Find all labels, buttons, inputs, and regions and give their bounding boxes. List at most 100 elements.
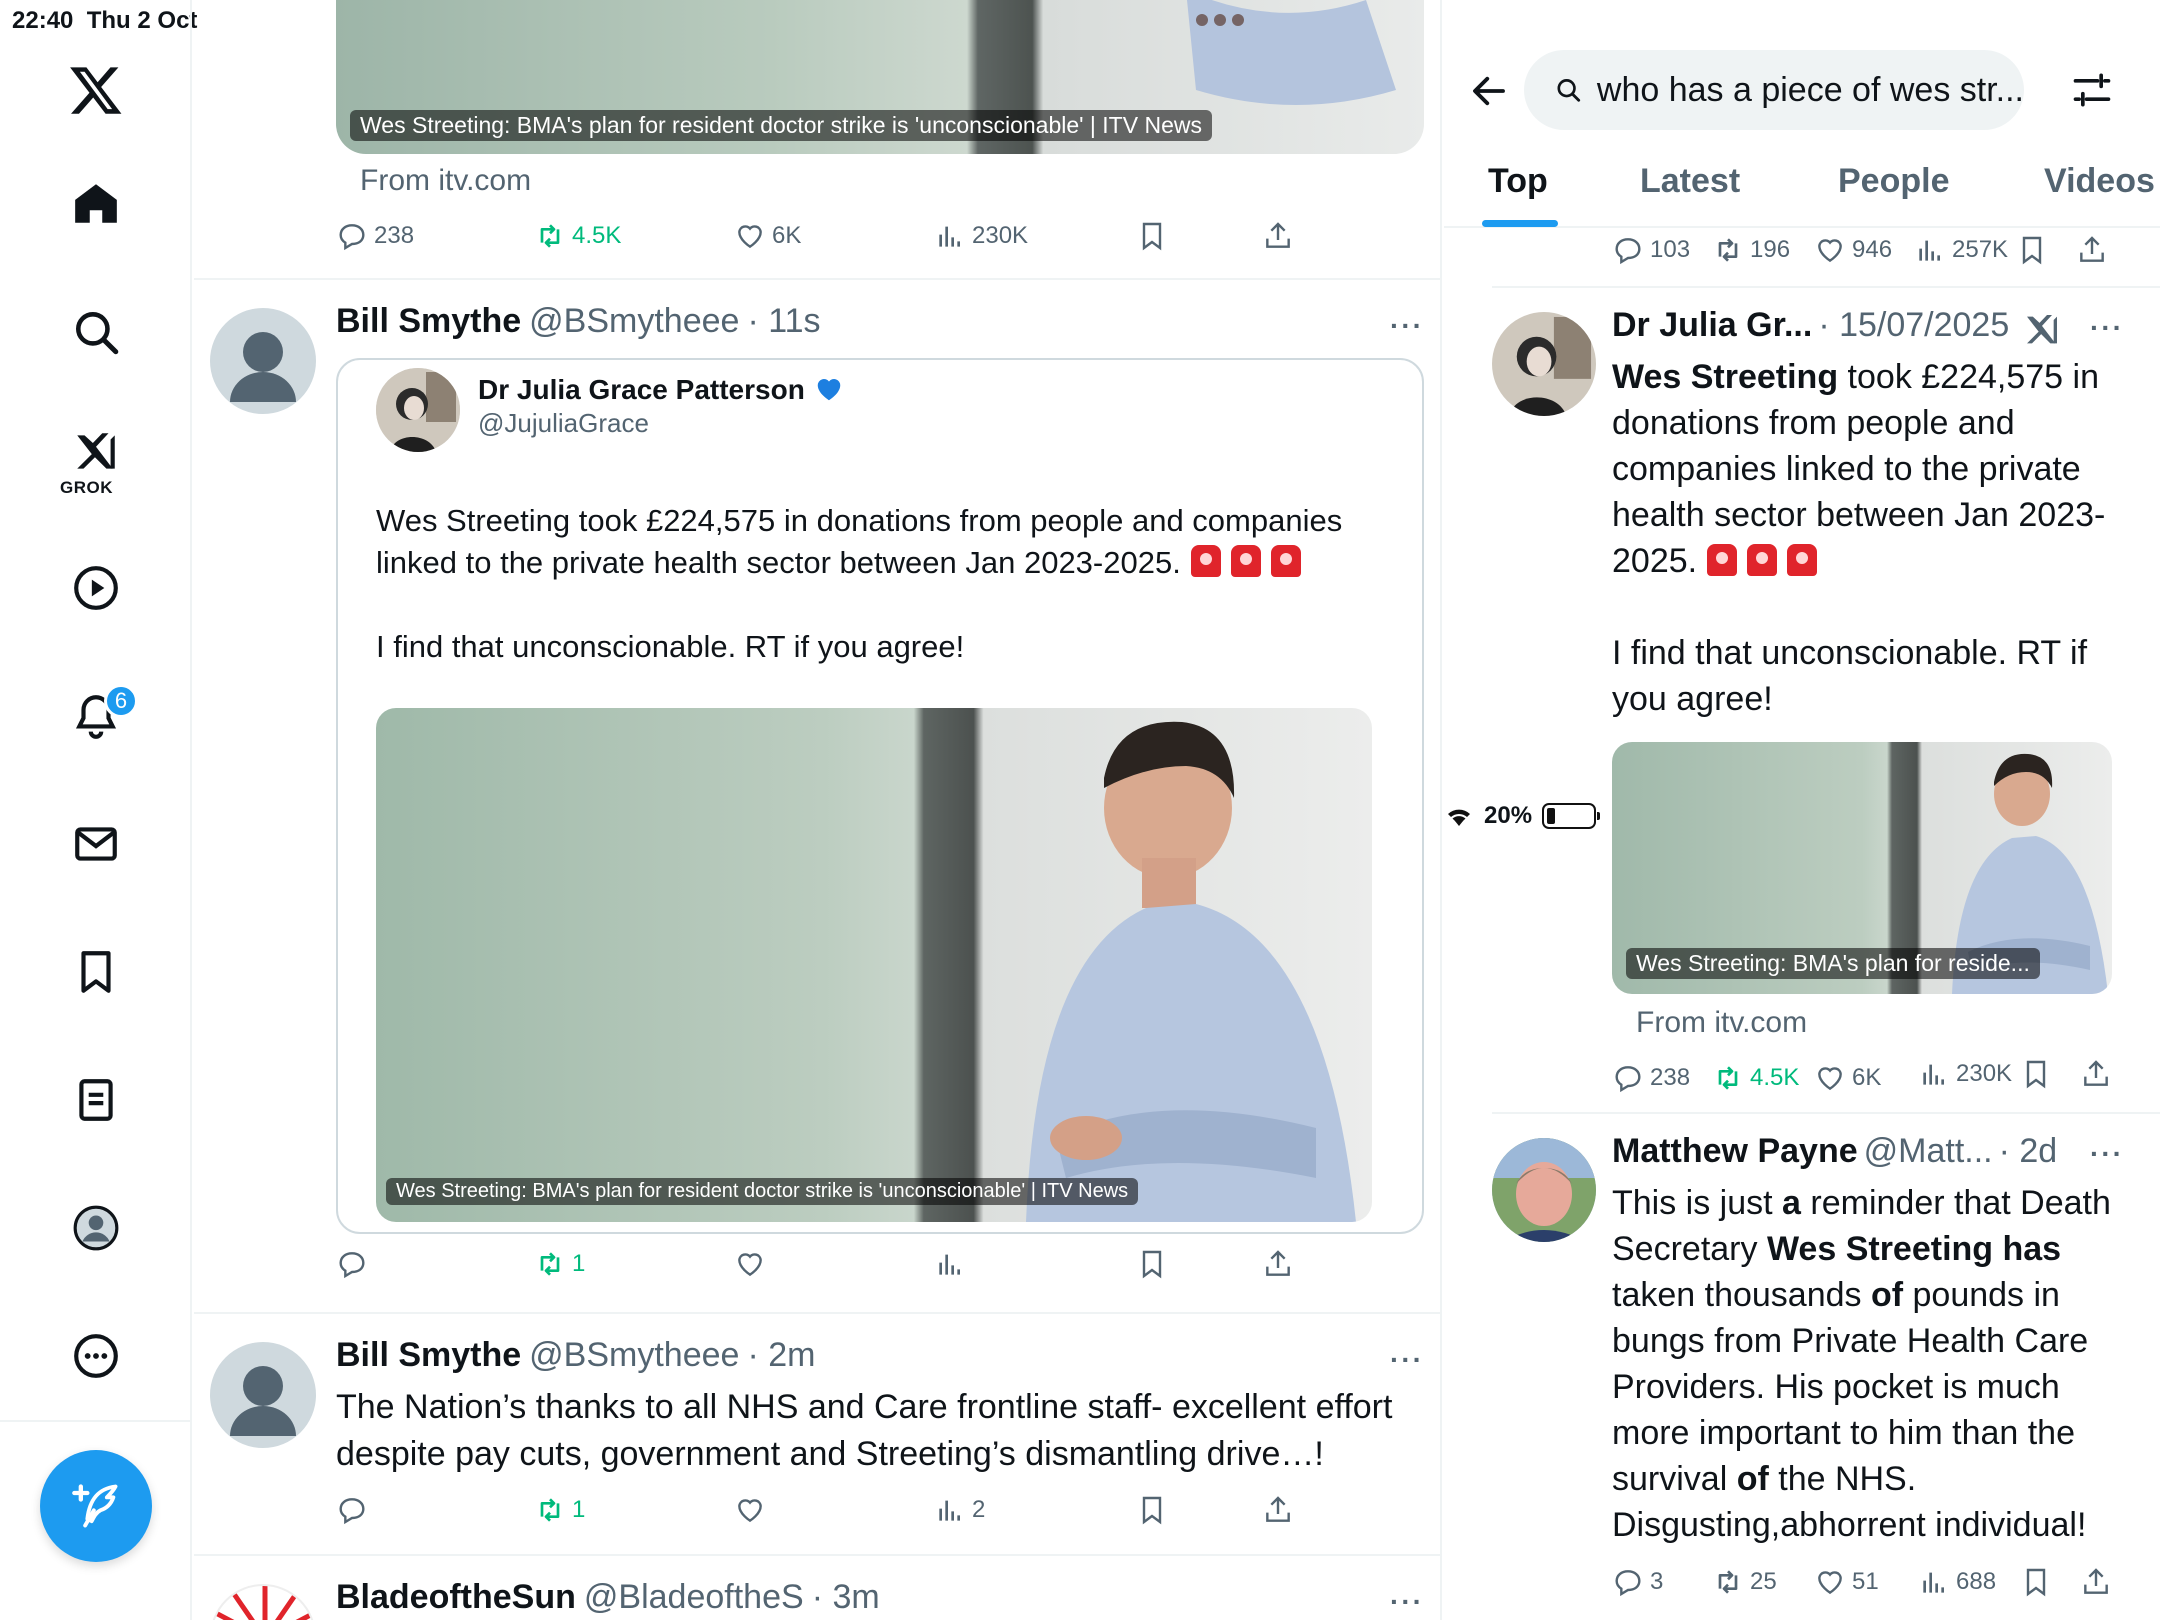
more-options-button[interactable]: ··· [1390, 1344, 1424, 1376]
link-card-image[interactable]: Wes Streeting: BMA's plan for reside... [1612, 742, 2112, 994]
bookmark-button[interactable] [1136, 1494, 1168, 1526]
back-arrow-icon[interactable] [1468, 70, 1510, 112]
link-card-source[interactable]: From itv.com [360, 164, 531, 198]
home-icon[interactable] [66, 174, 126, 234]
reply-button[interactable]: 238 [1612, 1062, 1690, 1094]
compose-button[interactable] [40, 1450, 152, 1562]
reply-button[interactable]: 3 [1612, 1566, 1663, 1598]
tweet-header: Bill Smythe @BSmytheee · 2m [336, 1336, 815, 1375]
author-handle[interactable]: @BladeoftheS [584, 1578, 804, 1617]
avatar[interactable] [1492, 312, 1596, 416]
more-options-button[interactable]: ··· [1390, 1586, 1424, 1618]
x-logo-icon[interactable] [68, 62, 124, 118]
more-options-button[interactable]: ··· [2090, 1138, 2124, 1170]
bookmark-button[interactable] [2020, 1058, 2052, 1090]
author-handle[interactable]: @BSmytheee [529, 302, 739, 341]
author-name[interactable]: Bill Smythe [336, 1336, 521, 1375]
search-input[interactable]: who has a piece of wes str... [1524, 50, 2024, 130]
share-button[interactable] [2076, 234, 2108, 266]
reply-button[interactable]: 103 [1612, 234, 1690, 266]
list-icon[interactable] [66, 1070, 126, 1130]
video-icon[interactable] [66, 558, 126, 618]
avatar[interactable] [376, 368, 460, 452]
link-card-source[interactable]: From itv.com [1636, 1006, 1807, 1040]
quoted-media[interactable]: Wes Streeting: BMA's plan for resident d… [376, 708, 1372, 1222]
bookmark-button[interactable] [2020, 1566, 2052, 1598]
avatar[interactable] [1492, 1138, 1596, 1242]
like-button[interactable]: 946 [1814, 234, 1892, 266]
avatar[interactable] [210, 1342, 316, 1448]
bookmark-button[interactable] [1136, 1248, 1168, 1280]
repost-button[interactable]: 4.5K [534, 220, 621, 252]
bookmark-icon[interactable] [66, 942, 126, 1002]
bookmark-icon [1142, 222, 1162, 251]
grok-label: GROK [60, 478, 113, 497]
like-button[interactable]: 6K [1814, 1062, 1881, 1094]
reply-button[interactable]: 238 [336, 220, 414, 252]
tab-videos[interactable]: Videos [2044, 162, 2155, 201]
tab-people[interactable]: People [1838, 162, 1949, 201]
repost-button[interactable]: 4.5K [1712, 1062, 1799, 1094]
more-options-button[interactable]: ··· [2090, 312, 2124, 344]
profile-icon[interactable] [66, 1198, 126, 1258]
filter-icon[interactable] [2070, 68, 2114, 112]
result-header: Dr Julia Gr... · 15/07/2025 [1612, 306, 2009, 345]
quoted-author-handle[interactable]: @JujuliaGrace [478, 408, 649, 439]
like-button[interactable]: 51 [1814, 1566, 1879, 1598]
search-icon [1557, 79, 1581, 102]
views-icon [1919, 240, 1940, 261]
media-dots [1196, 14, 1244, 26]
views-button[interactable]: 257K [1914, 234, 2008, 266]
like-button[interactable] [734, 1494, 766, 1526]
grok-icon[interactable] [66, 422, 126, 482]
author-name[interactable]: Bill Smythe [336, 302, 521, 341]
share-button[interactable] [1262, 1494, 1294, 1526]
views-button[interactable]: 2 [934, 1494, 985, 1526]
more-options-button[interactable]: ··· [1390, 310, 1424, 342]
heart-icon [738, 1253, 762, 1277]
compose-icon [72, 1484, 118, 1528]
tab-top[interactable]: Top [1488, 162, 1548, 201]
quoted-tweet[interactable]: Dr Julia Grace Patterson @JujuliaGrace W… [336, 358, 1424, 1234]
avatar[interactable] [210, 308, 316, 414]
views-button[interactable]: 230K [934, 220, 1028, 252]
mail-icon[interactable] [66, 814, 126, 874]
repost-button[interactable]: 1 [534, 1248, 585, 1280]
reply-icon [339, 1498, 365, 1525]
link-card-image[interactable]: Wes Streeting: BMA's plan for resident d… [336, 0, 1424, 154]
like-button[interactable]: 6K [734, 220, 801, 252]
quoted-author-name[interactable]: Dr Julia Grace Patterson [478, 374, 845, 406]
search-icon[interactable] [66, 302, 126, 362]
quoted-text: Wes Streeting took £224,575 in donations… [376, 503, 1343, 580]
author-name[interactable]: Dr Julia Gr... [1612, 306, 1812, 345]
repost-button[interactable]: 196 [1712, 234, 1790, 266]
author-name[interactable]: BladeoftheSun [336, 1578, 576, 1617]
avatar[interactable] [210, 1584, 316, 1620]
result-text: Wes Streeting took £224,575 in donations… [1612, 358, 2106, 580]
result-text: This is just a reminder that Death Secre… [1612, 1184, 2111, 1544]
more-icon[interactable] [66, 1326, 126, 1386]
like-button[interactable] [734, 1248, 766, 1280]
repost-button[interactable]: 25 [1712, 1566, 1777, 1598]
grok-icon[interactable] [2022, 310, 2062, 350]
bookmark-button[interactable] [2016, 234, 2048, 266]
author-handle[interactable]: @Matt... [1864, 1132, 1993, 1171]
share-button[interactable] [2080, 1058, 2112, 1090]
left-navigation: GROK 6 [0, 0, 192, 1620]
share-icon [1266, 1250, 1290, 1276]
share-button[interactable] [2080, 1566, 2112, 1598]
author-name[interactable]: Matthew Payne [1612, 1132, 1858, 1171]
views-button[interactable] [934, 1248, 966, 1280]
tab-latest[interactable]: Latest [1640, 162, 1740, 201]
reply-button[interactable] [336, 1494, 368, 1526]
bookmark-button[interactable] [1136, 220, 1168, 252]
views-button[interactable]: 230K [1918, 1058, 2012, 1090]
share-button[interactable] [1262, 220, 1294, 252]
reply-button[interactable] [336, 1248, 368, 1280]
share-button[interactable] [1262, 1248, 1294, 1280]
repost-button[interactable]: 1 [534, 1494, 585, 1526]
heart-icon [1818, 1571, 1842, 1595]
author-handle[interactable]: @BSmytheee [529, 1336, 739, 1375]
views-button[interactable]: 688 [1918, 1566, 1996, 1598]
share-icon [2084, 1060, 2108, 1086]
